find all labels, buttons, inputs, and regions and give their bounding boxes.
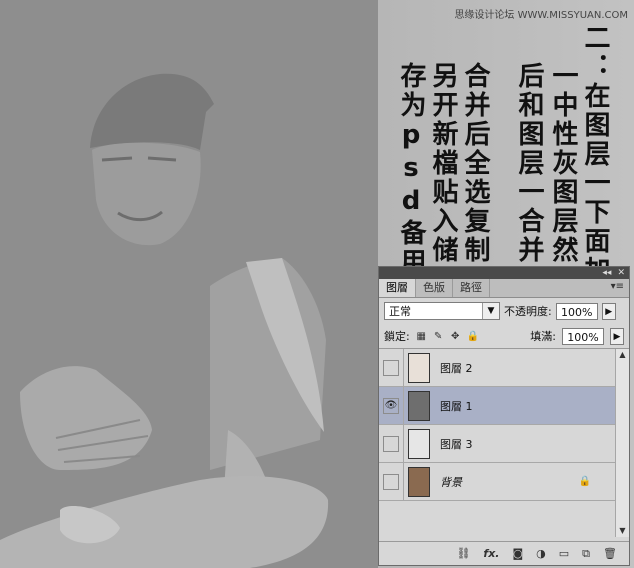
link-layers-icon[interactable]: ⛓ [456,547,470,560]
lock-icon: 🔒 [578,476,591,487]
tab-paths[interactable]: 路徑 [453,279,490,297]
panel-menu-icon[interactable]: ▾≡ [611,281,624,292]
layer-thumbnail [408,428,430,459]
new-layer-icon[interactable]: ⧉ [582,547,590,561]
layer-mask-icon[interactable]: ◙ [512,547,523,560]
layer-name: 图層 2 [440,361,473,375]
layer-thumbnail [408,390,430,421]
layer-row[interactable]: 👁 图層 1 [379,386,615,425]
visibility-toggle[interactable] [383,359,399,376]
new-group-icon[interactable]: ▭ [559,547,569,560]
instruction-column-3: 后和图层一合并 [514,62,544,265]
trash-icon[interactable]: 🗑 [603,547,617,560]
close-icon[interactable]: ✕ [617,267,625,279]
layer-thumbnail [408,352,430,383]
blend-mode-value: 正常 [389,305,411,318]
lock-label: 鎖定: [384,330,410,343]
layer-row[interactable]: 图層 2 [379,348,615,387]
instruction-column-2: 一中性灰图层然 [548,62,578,265]
document-canvas[interactable] [0,0,378,568]
adjustment-layer-icon[interactable]: ◑ [536,547,546,560]
opacity-slider-button[interactable]: ▶ [601,302,616,320]
layer-name: 图層 3 [440,437,473,451]
eye-icon[interactable]: 👁 [383,397,399,414]
visibility-toggle[interactable] [383,473,399,490]
watermark: 思缘设计论坛 WWW.MISSYUAN.COM [454,10,628,21]
tab-layers[interactable]: 图層 [379,279,416,297]
visibility-toggle[interactable] [383,435,399,452]
lock-move-icon[interactable]: ✥ [450,331,461,342]
separator [403,462,404,501]
instruction-column-5: 另开新檔贴入储 [428,62,458,265]
panel-footer: ⛓ fx. ◙ ◑ ▭ ⧉ 🗑 [379,541,629,565]
layer-name: 背景 [440,475,462,489]
separator [403,348,404,387]
fill-label: 填滿: [530,330,556,343]
layer-name: 图層 1 [440,399,473,413]
lock-brush-icon[interactable]: ✎ [433,331,444,342]
blend-mode-select[interactable]: 正常 ▼ [384,302,500,320]
opacity-input[interactable]: 100% [555,302,598,320]
layers-list: 图層 2 👁 图層 1 图層 3 背景 🔒 [379,348,615,537]
lock-transparent-icon[interactable]: ▦ [416,331,427,342]
layers-scrollbar[interactable]: ▲ ▼ [615,349,629,537]
chevron-down-icon[interactable]: ▼ [482,303,499,319]
fill-input[interactable]: 100% [562,327,604,345]
opacity-label: 不透明度: [504,305,552,318]
instruction-column-4: 合并后全选复制 [460,62,490,265]
instruction-column-1: 二：在图层一下面加 [580,24,610,285]
layer-row[interactable]: 图層 3 [379,424,615,463]
panel-tabs: 图層 色版 路徑 ▾≡ [379,279,629,298]
layer-row[interactable]: 背景 🔒 [379,462,615,501]
layer-thumbnail [408,466,430,497]
separator [403,424,404,463]
layers-panel: ◂◂ ✕ 图層 色版 路徑 ▾≡ 正常 ▼ 不透明度: 100% ▶ 鎖定: ▦… [378,266,630,566]
separator [403,386,404,425]
instruction-column-6: 存为psd备用 [396,62,426,277]
scroll-up-icon[interactable]: ▲ [616,349,629,361]
panel-titlebar[interactable]: ◂◂ ✕ [379,267,629,279]
collapse-icon[interactable]: ◂◂ [602,267,611,279]
fx-icon[interactable]: fx. [483,547,499,560]
tab-channels[interactable]: 色版 [416,279,453,297]
lock-all-icon[interactable]: 🔒 [467,331,479,342]
fill-slider-button[interactable]: ▶ [610,327,624,345]
blend-opacity-row: 正常 ▼ 不透明度: 100% ▶ [379,298,629,324]
lock-fill-row: 鎖定: ▦ ✎ ✥ 🔒 填滿: 100% ▶ [379,324,629,349]
canvas-image [0,0,378,568]
scroll-down-icon[interactable]: ▼ [616,525,629,537]
